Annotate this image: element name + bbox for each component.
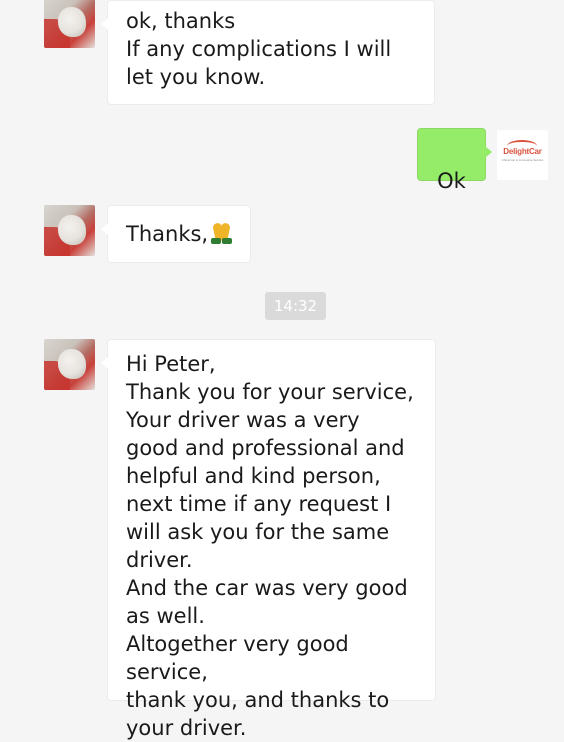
sent-message-text: Ok	[437, 169, 466, 193]
avatar-photo-cat	[58, 349, 86, 379]
logo-brand-text: DelightCar	[503, 147, 542, 156]
message-bubble[interactable]: Thanks,	[101, 205, 251, 263]
contact-avatar[interactable]	[44, 339, 95, 390]
my-avatar-logo[interactable]: DelightCar China Car & Limousine Service	[497, 130, 548, 180]
avatar-photo-cat	[58, 215, 86, 245]
timestamp-divider: 14:32	[265, 292, 326, 320]
contact-avatar[interactable]	[44, 0, 95, 48]
folded-hands-icon	[208, 222, 234, 244]
message-bubble[interactable]: Hi Peter, Thank you for your service, Yo…	[101, 339, 436, 740]
contact-avatar[interactable]	[44, 205, 95, 256]
sent-message-bubble[interactable]: Ok	[417, 128, 492, 193]
avatar-photo-cat	[58, 7, 86, 37]
logo-tagline: China Car & Limousine Service	[501, 158, 544, 162]
message-bubble[interactable]: ok, thanks If any complications I will l…	[101, 0, 435, 105]
message-text: Thanks,	[126, 222, 209, 246]
